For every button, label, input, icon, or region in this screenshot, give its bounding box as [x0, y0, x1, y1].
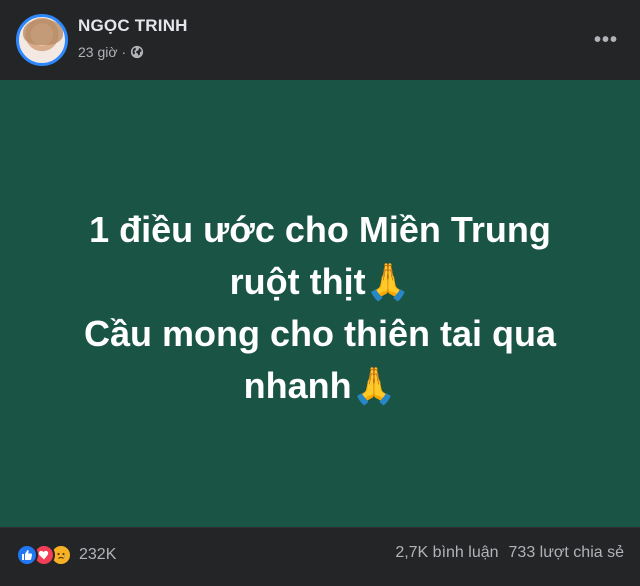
- status-line: Cầu mong cho thiên tai qua: [83, 312, 556, 354]
- comments-count-link[interactable]: 2,7K bình luận: [395, 544, 498, 562]
- status-line: nhanh🙏: [243, 364, 397, 406]
- status-line: 1 điều ước cho Miền Trung: [89, 208, 551, 250]
- post-footer: 232K 2,7K bình luận 733 lượt chia sẻ: [0, 527, 640, 586]
- meta-separator: ·: [121, 44, 127, 60]
- avatar[interactable]: [16, 14, 68, 66]
- reactions-summary[interactable]: 232K: [16, 542, 116, 568]
- more-options-button[interactable]: •••: [588, 22, 624, 58]
- facebook-post: NGỌC TRINH 23 giờ · ••• 1 điều ước cho M…: [0, 0, 640, 586]
- status-background-card: 1 điều ước cho Miền Trung ruột thịt🙏 Cầu…: [0, 80, 640, 527]
- post-time[interactable]: 23 giờ: [78, 44, 118, 60]
- reaction-count: 232K: [79, 546, 117, 563]
- globe-icon[interactable]: [130, 45, 144, 59]
- status-line: ruột thịt🙏: [229, 260, 411, 302]
- engagement-counts: 2,7K bình luận 733 lượt chia sẻ: [395, 544, 624, 562]
- avatar-hair: [23, 19, 63, 45]
- post-header: NGỌC TRINH 23 giờ · •••: [0, 0, 640, 80]
- shares-count-link[interactable]: 733 lượt chia sẻ: [509, 544, 624, 562]
- author-name[interactable]: NGỌC TRINH: [78, 16, 188, 36]
- post-meta: 23 giờ ·: [78, 44, 144, 60]
- status-text: 1 điều ước cho Miền Trung ruột thịt🙏 Cầu…: [50, 204, 590, 412]
- more-horizontal-icon: •••: [593, 28, 618, 51]
- like-icon: [16, 544, 38, 566]
